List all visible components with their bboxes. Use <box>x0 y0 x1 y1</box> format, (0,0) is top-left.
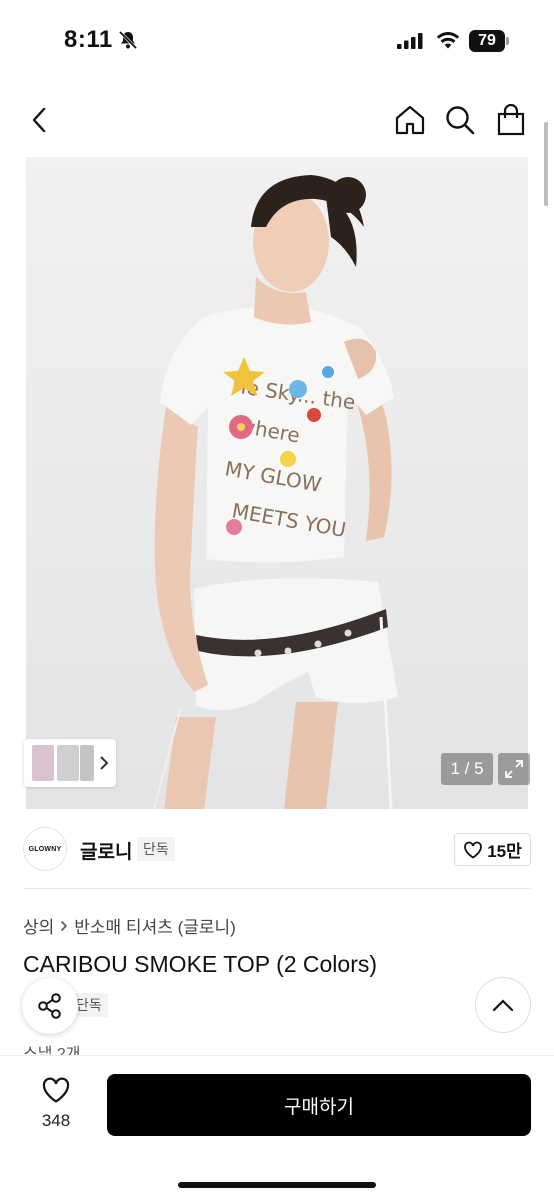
brand-like-count: 15만 <box>487 842 522 861</box>
search-icon <box>446 106 475 135</box>
status-time: 8:11 <box>64 26 113 53</box>
breadcrumb: 상의 반소매 티셔츠 (글로니) <box>23 913 236 938</box>
divider <box>23 888 531 889</box>
model-photo: He Sky... the where MY GLOW MEETS YOU <box>26 157 528 809</box>
breadcrumb-category[interactable]: 상의 <box>23 913 54 938</box>
wifi-icon <box>436 31 460 54</box>
wishlist-button[interactable]: 348 <box>24 1076 88 1136</box>
breadcrumb-subcategory[interactable]: 반소매 티셔츠 (글로니) <box>74 913 236 938</box>
expand-icon <box>505 760 523 778</box>
bell-slash-icon <box>118 30 138 55</box>
status-bar: 8:11 79 <box>0 0 554 84</box>
home-button[interactable] <box>392 102 428 138</box>
battery-tip <box>506 37 509 45</box>
battery-level: 79 <box>469 30 505 52</box>
search-button[interactable] <box>442 102 478 138</box>
brand-name[interactable]: 글로니 <box>80 837 132 864</box>
brand-logo[interactable]: GLOWNY <box>23 827 67 871</box>
share-icon <box>38 993 61 1019</box>
heart-icon <box>42 1077 70 1103</box>
chevron-left-icon <box>32 107 46 133</box>
heart-icon <box>464 841 483 859</box>
product-title: CARIBOU SMOKE TOP (2 Colors) <box>23 951 378 977</box>
signal-icon <box>397 33 423 54</box>
bottom-action-bar: 348 구매하기 <box>0 1055 554 1200</box>
brand-like-button[interactable]: 15만 <box>454 833 531 866</box>
top-nav <box>0 94 554 146</box>
chevron-up-icon <box>492 999 514 1012</box>
back-button[interactable] <box>22 102 58 138</box>
cart-button[interactable] <box>493 102 529 138</box>
brand-exclusive-badge: 단독 <box>137 837 175 861</box>
image-counter: 1 / 5 <box>441 753 493 785</box>
brand-row: GLOWNY 글로니 단독 15만 <box>0 822 554 878</box>
share-button[interactable] <box>22 978 78 1034</box>
thumbnail-1[interactable] <box>32 745 54 781</box>
thumbnail-3[interactable] <box>80 745 94 781</box>
battery-indicator: 79 <box>469 30 509 52</box>
scroll-indicator[interactable] <box>544 122 548 206</box>
home-icon <box>395 105 425 135</box>
chevron-right-icon <box>61 920 68 931</box>
buy-button[interactable]: 구매하기 <box>107 1074 531 1136</box>
chevron-right-icon <box>100 756 109 770</box>
home-indicator <box>178 1182 376 1188</box>
product-image[interactable]: He Sky... the where MY GLOW MEETS YOU <box>26 157 528 809</box>
thumbnail-strip[interactable] <box>24 739 116 787</box>
thumbnail-2[interactable] <box>57 745 79 781</box>
shopping-bag-icon <box>497 104 525 136</box>
expand-button[interactable] <box>498 753 530 785</box>
scroll-top-button[interactable] <box>475 977 531 1033</box>
wishlist-count: 348 <box>41 1111 71 1130</box>
